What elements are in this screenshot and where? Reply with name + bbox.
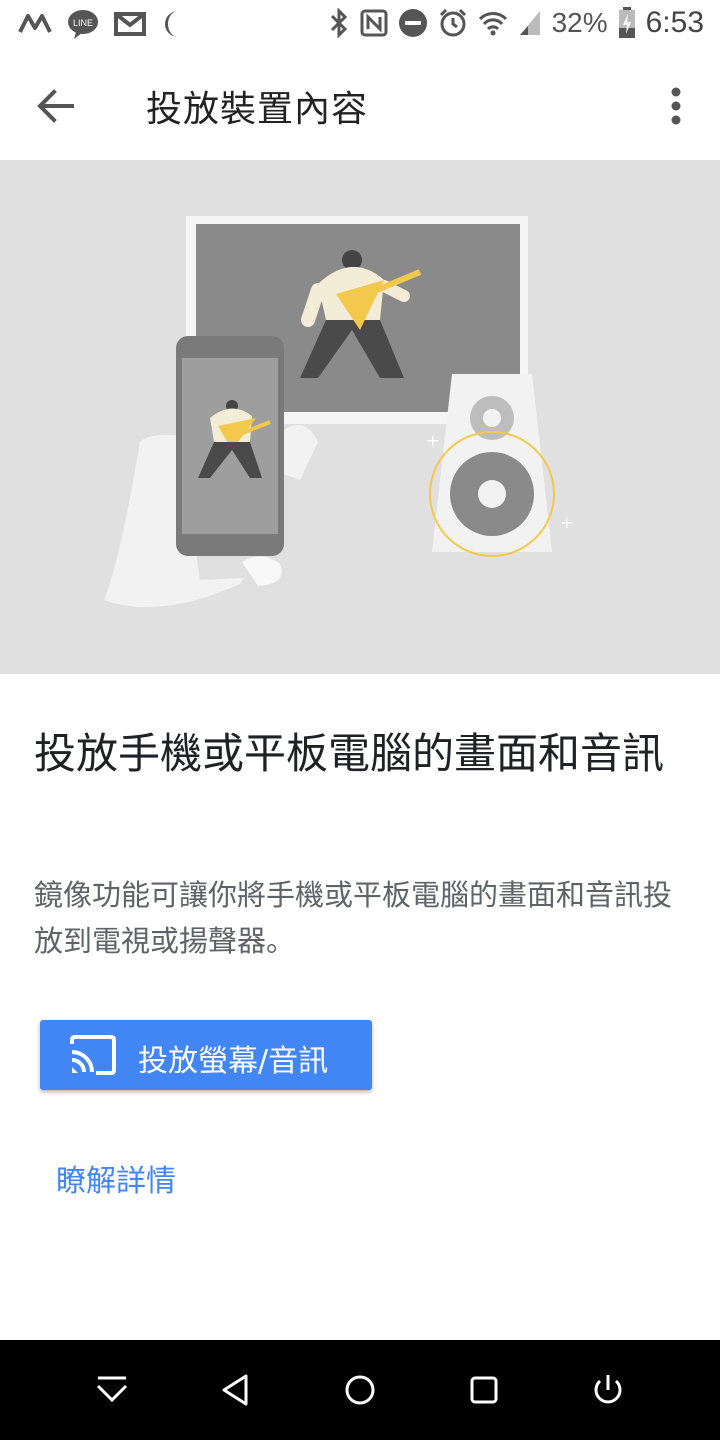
description: 鏡像功能可讓你將手機或平板電腦的畫面和音訊投放到電視或揚聲器。	[34, 878, 673, 958]
svg-text:+: +	[560, 513, 573, 532]
clock: 6:53	[645, 6, 704, 39]
overflow-menu-button[interactable]	[658, 80, 694, 132]
power-icon[interactable]	[586, 1368, 630, 1412]
recents-icon[interactable]	[462, 1368, 506, 1412]
headline: 投放手機或平板電腦的畫面和音訊	[34, 729, 665, 778]
do-not-disturb-icon	[398, 9, 427, 37]
battery-percent: 32%	[551, 7, 608, 38]
collapse-icon[interactable]	[90, 1368, 134, 1412]
alarm-icon	[439, 8, 466, 37]
back-icon[interactable]	[214, 1368, 258, 1412]
wifi-icon	[478, 12, 507, 36]
cast-button-label: 投放螢幕/音訊	[138, 1044, 329, 1079]
line-icon: LINE	[68, 10, 98, 39]
arrow-back-icon	[37, 89, 74, 123]
moon-icon	[165, 11, 178, 37]
back-button[interactable]	[30, 80, 82, 132]
page-title: 投放裝置內容	[146, 89, 369, 130]
cast-screen-audio-button[interactable]: 投放螢幕/音訊	[40, 1020, 372, 1090]
svg-text:LINE: LINE	[73, 18, 93, 28]
hero-illustration: + +	[0, 160, 720, 674]
gmail-icon	[114, 12, 146, 36]
svg-text:+: +	[426, 431, 439, 450]
signal-icon	[519, 11, 540, 35]
battery-charging-icon	[618, 7, 635, 38]
cast-icon	[70, 1035, 116, 1075]
cast-illustration-image: + +	[104, 216, 573, 608]
m-app-icon	[18, 14, 52, 33]
app-bar: 投放裝置內容	[0, 50, 720, 160]
learn-more-link[interactable]: 瞭解詳情	[56, 1156, 176, 1200]
bluetooth-icon	[330, 8, 347, 38]
home-icon[interactable]	[338, 1368, 382, 1412]
status-bar: LINE 32% 6:53	[0, 0, 720, 50]
more-vert-icon	[671, 87, 681, 125]
nfc-icon	[360, 9, 388, 37]
navigation-bar	[0, 1340, 720, 1440]
